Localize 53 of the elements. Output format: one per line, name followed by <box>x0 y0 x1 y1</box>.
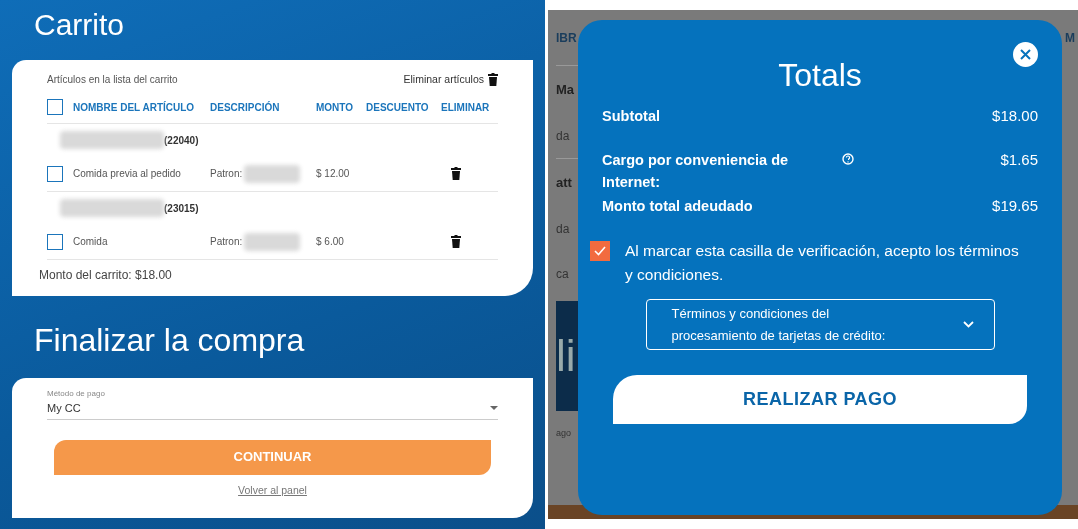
column-header: DESCRIPCIÓN <box>210 100 281 115</box>
section-title: Finalizar la compra <box>34 324 306 360</box>
item-name: Comida <box>73 235 109 250</box>
backdrop-text: Ma <box>556 80 575 99</box>
blurred-block <box>244 164 301 183</box>
cart-total: Monto del carrito: $18.00 <box>39 266 173 284</box>
backdrop-text: ca <box>556 265 569 283</box>
total-value: $19.65 <box>991 196 1038 216</box>
page-title: Carrito <box>34 10 125 43</box>
column-header: DESCUENTO <box>366 100 430 115</box>
help-icon[interactable] <box>842 153 854 165</box>
checkbox[interactable] <box>47 165 63 182</box>
item-amount: $ 6.00 <box>316 235 345 250</box>
checkbox[interactable] <box>47 233 63 250</box>
terms-text: Al marcar esta casilla de verificación, acepto los términos y condiciones. <box>625 241 1020 285</box>
item-name: Comida previa al pedido <box>73 167 182 182</box>
pay-button[interactable]: REALIZAR PAGO <box>613 375 1027 424</box>
cart-caption: Artículos en la lista del carrito <box>47 73 178 88</box>
item-amount: $ 12.00 <box>316 167 351 182</box>
dropdown-icon <box>490 406 498 411</box>
backdrop-text: da <box>556 220 570 238</box>
trash-icon[interactable] <box>488 73 498 87</box>
backdrop-text: IBR <box>556 29 577 47</box>
terms-dropdown[interactable]: Términos y condiciones del procesamiento de tarjetas de crédito: <box>645 299 995 350</box>
back-link[interactable]: Volver al panel <box>238 482 307 499</box>
trash-icon[interactable] <box>451 167 461 181</box>
group-code: (22040) <box>164 133 199 148</box>
group-code: (23015) <box>164 201 199 216</box>
check-icon <box>594 246 606 256</box>
backdrop-text: M <box>1065 29 1075 47</box>
blurred-block <box>244 232 301 251</box>
close-icon <box>1020 49 1031 60</box>
total-label: Subtotal <box>602 107 661 126</box>
column-header: NOMBRE DEL ARTÍCULO <box>73 100 196 115</box>
chevron-down-icon <box>962 321 974 328</box>
remove-items-button[interactable]: Eliminar artículos <box>403 72 498 88</box>
close-button[interactable] <box>1013 42 1038 67</box>
total-value: $18.00 <box>991 106 1038 126</box>
column-header: ELIMINAR <box>441 100 491 115</box>
description-label: Patron: <box>210 235 243 250</box>
backdrop-text: att <box>556 173 572 192</box>
modal-title: Totals <box>778 59 862 91</box>
description-label: Patron: <box>210 167 243 182</box>
payment-method-select[interactable]: Método de pago My CC <box>47 388 498 420</box>
trash-icon[interactable] <box>451 235 461 249</box>
total-value: $1.65 <box>999 150 1038 170</box>
total-label: Monto total adeudado <box>602 197 754 216</box>
checkbox[interactable] <box>47 99 63 116</box>
total-label: Cargo por conveniencia de Internet: <box>602 151 790 192</box>
backdrop-text: da <box>556 127 570 145</box>
backdrop-text: ago <box>556 426 572 440</box>
column-header: MONTO <box>316 100 355 115</box>
terms-checkbox[interactable] <box>590 241 610 261</box>
